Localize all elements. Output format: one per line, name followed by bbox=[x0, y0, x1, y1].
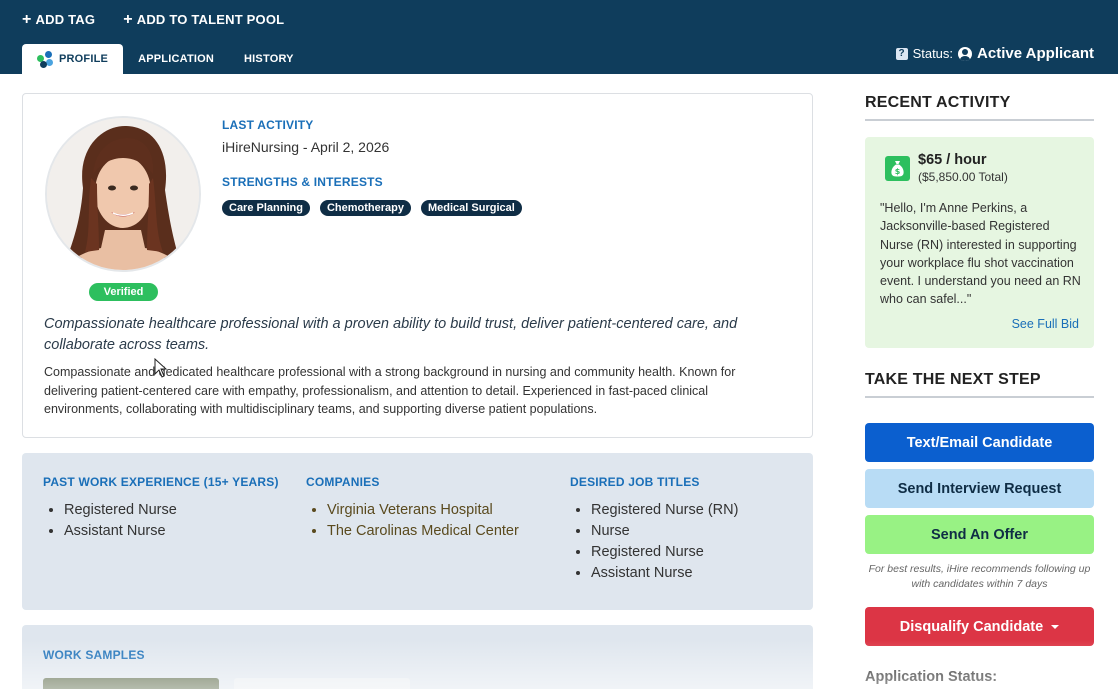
work-samples-card: WORK SAMPLES bbox=[22, 625, 813, 689]
list-item: The Carolinas Medical Center bbox=[327, 521, 519, 542]
profile-headline: Compassionate healthcare professional wi… bbox=[44, 316, 738, 353]
disqualify-label: Disqualify Candidate bbox=[899, 618, 1044, 635]
add-tag-button[interactable]: + ADD TAG bbox=[22, 11, 96, 28]
bid-quote: "Hello, I'm Anne Perkins, a Jacksonville… bbox=[880, 201, 1081, 307]
plus-icon: + bbox=[123, 11, 133, 28]
help-icon[interactable]: ? bbox=[895, 47, 908, 60]
strengths-chips: Care Planning Chemotherapy Medical Surgi… bbox=[222, 200, 522, 216]
ihire-logo-icon bbox=[37, 51, 53, 68]
strength-chip: Chemotherapy bbox=[319, 200, 411, 216]
tab-application-label: APPLICATION bbox=[138, 53, 215, 65]
list-item: Assistant Nurse bbox=[64, 521, 279, 542]
user-circle-icon bbox=[958, 46, 973, 61]
recent-activity-heading: RECENT ACTIVITY bbox=[865, 94, 1094, 121]
past-work-list: Registered Nurse Assistant Nurse bbox=[43, 500, 279, 542]
desired-titles-column: DESIRED JOB TITLES Registered Nurse (RN)… bbox=[570, 475, 738, 584]
avatar bbox=[45, 116, 201, 272]
tab-history-label: HISTORY bbox=[244, 53, 294, 65]
strengths-label: STRENGTHS & INTERESTS bbox=[222, 175, 383, 189]
tab-history[interactable]: HISTORY bbox=[229, 44, 309, 74]
add-to-talent-pool-label: ADD TO TALENT POOL bbox=[136, 12, 285, 27]
status-value: Active Applicant bbox=[977, 45, 1094, 62]
bid-total: ($5,850.00 Total) bbox=[918, 170, 1008, 184]
applicant-status: ? Status: Active Applicant bbox=[895, 45, 1094, 62]
past-work-label: PAST WORK EXPERIENCE (15+ YEARS) bbox=[43, 475, 279, 489]
work-sample-thumbnail[interactable] bbox=[234, 678, 410, 689]
svg-text:$: $ bbox=[895, 167, 901, 176]
work-samples-label: WORK SAMPLES bbox=[43, 648, 145, 662]
send-interview-request-button[interactable]: Send Interview Request bbox=[865, 469, 1094, 508]
top-header-bar: + ADD TAG + ADD TO TALENT POOL PROFILE A… bbox=[0, 0, 1118, 74]
bid-card: $ $65 / hour ($5,850.00 Total) "Hello, I… bbox=[865, 137, 1094, 348]
profile-card: Verified LAST ACTIVITY iHireNursing - Ap… bbox=[22, 93, 813, 438]
last-activity-label: LAST ACTIVITY bbox=[222, 118, 314, 132]
disqualify-candidate-button[interactable]: Disqualify Candidate bbox=[865, 607, 1094, 646]
strength-chip: Medical Surgical bbox=[421, 200, 522, 216]
work-sample-thumbnail[interactable] bbox=[43, 678, 219, 689]
tab-profile[interactable]: PROFILE bbox=[22, 44, 124, 74]
past-work-column: PAST WORK EXPERIENCE (15+ YEARS) Registe… bbox=[43, 475, 279, 542]
list-item: Virginia Veterans Hospital bbox=[327, 500, 519, 521]
strength-chip: Care Planning bbox=[222, 200, 310, 216]
bid-rate: $65 / hour bbox=[918, 152, 987, 168]
companies-list: Virginia Veterans Hospital The Carolinas… bbox=[306, 500, 519, 542]
caret-down-icon bbox=[1051, 624, 1060, 629]
last-activity-value: iHireNursing - April 2, 2026 bbox=[222, 139, 390, 155]
add-to-talent-pool-button[interactable]: + ADD TO TALENT POOL bbox=[123, 11, 285, 28]
money-bag-icon: $ bbox=[885, 156, 910, 181]
desired-titles-list: Registered Nurse (RN) Nurse Registered N… bbox=[570, 500, 738, 584]
list-item: Registered Nurse bbox=[64, 500, 279, 521]
tab-application[interactable]: APPLICATION bbox=[123, 44, 229, 74]
plus-icon: + bbox=[22, 11, 32, 28]
tab-profile-label: PROFILE bbox=[59, 53, 109, 65]
add-tag-label: ADD TAG bbox=[35, 12, 96, 27]
follow-up-hint: For best results, iHire recommends follo… bbox=[868, 563, 1091, 590]
list-item: Registered Nurse (RN) bbox=[591, 500, 738, 521]
next-step-heading: TAKE THE NEXT STEP bbox=[865, 371, 1094, 398]
application-status-label: Application Status: bbox=[865, 669, 998, 685]
text-email-candidate-button[interactable]: Text/Email Candidate bbox=[865, 423, 1094, 462]
companies-column: COMPANIES Virginia Veterans Hospital The… bbox=[306, 475, 519, 542]
see-full-bid-link[interactable]: See Full Bid bbox=[1012, 317, 1079, 331]
companies-label: COMPANIES bbox=[306, 475, 380, 489]
list-item: Assistant Nurse bbox=[591, 563, 738, 584]
desired-titles-label: DESIRED JOB TITLES bbox=[570, 475, 700, 489]
verified-badge: Verified bbox=[89, 283, 158, 301]
list-item: Nurse bbox=[591, 521, 738, 542]
status-label: Status: bbox=[912, 46, 954, 61]
profile-tabs: PROFILE APPLICATION HISTORY bbox=[22, 44, 309, 74]
mouse-cursor-icon bbox=[154, 358, 168, 378]
header-actions: + ADD TAG + ADD TO TALENT POOL bbox=[22, 11, 285, 28]
experience-card: PAST WORK EXPERIENCE (15+ YEARS) Registe… bbox=[22, 453, 813, 610]
list-item: Registered Nurse bbox=[591, 542, 738, 563]
send-offer-button[interactable]: Send An Offer bbox=[865, 515, 1094, 554]
